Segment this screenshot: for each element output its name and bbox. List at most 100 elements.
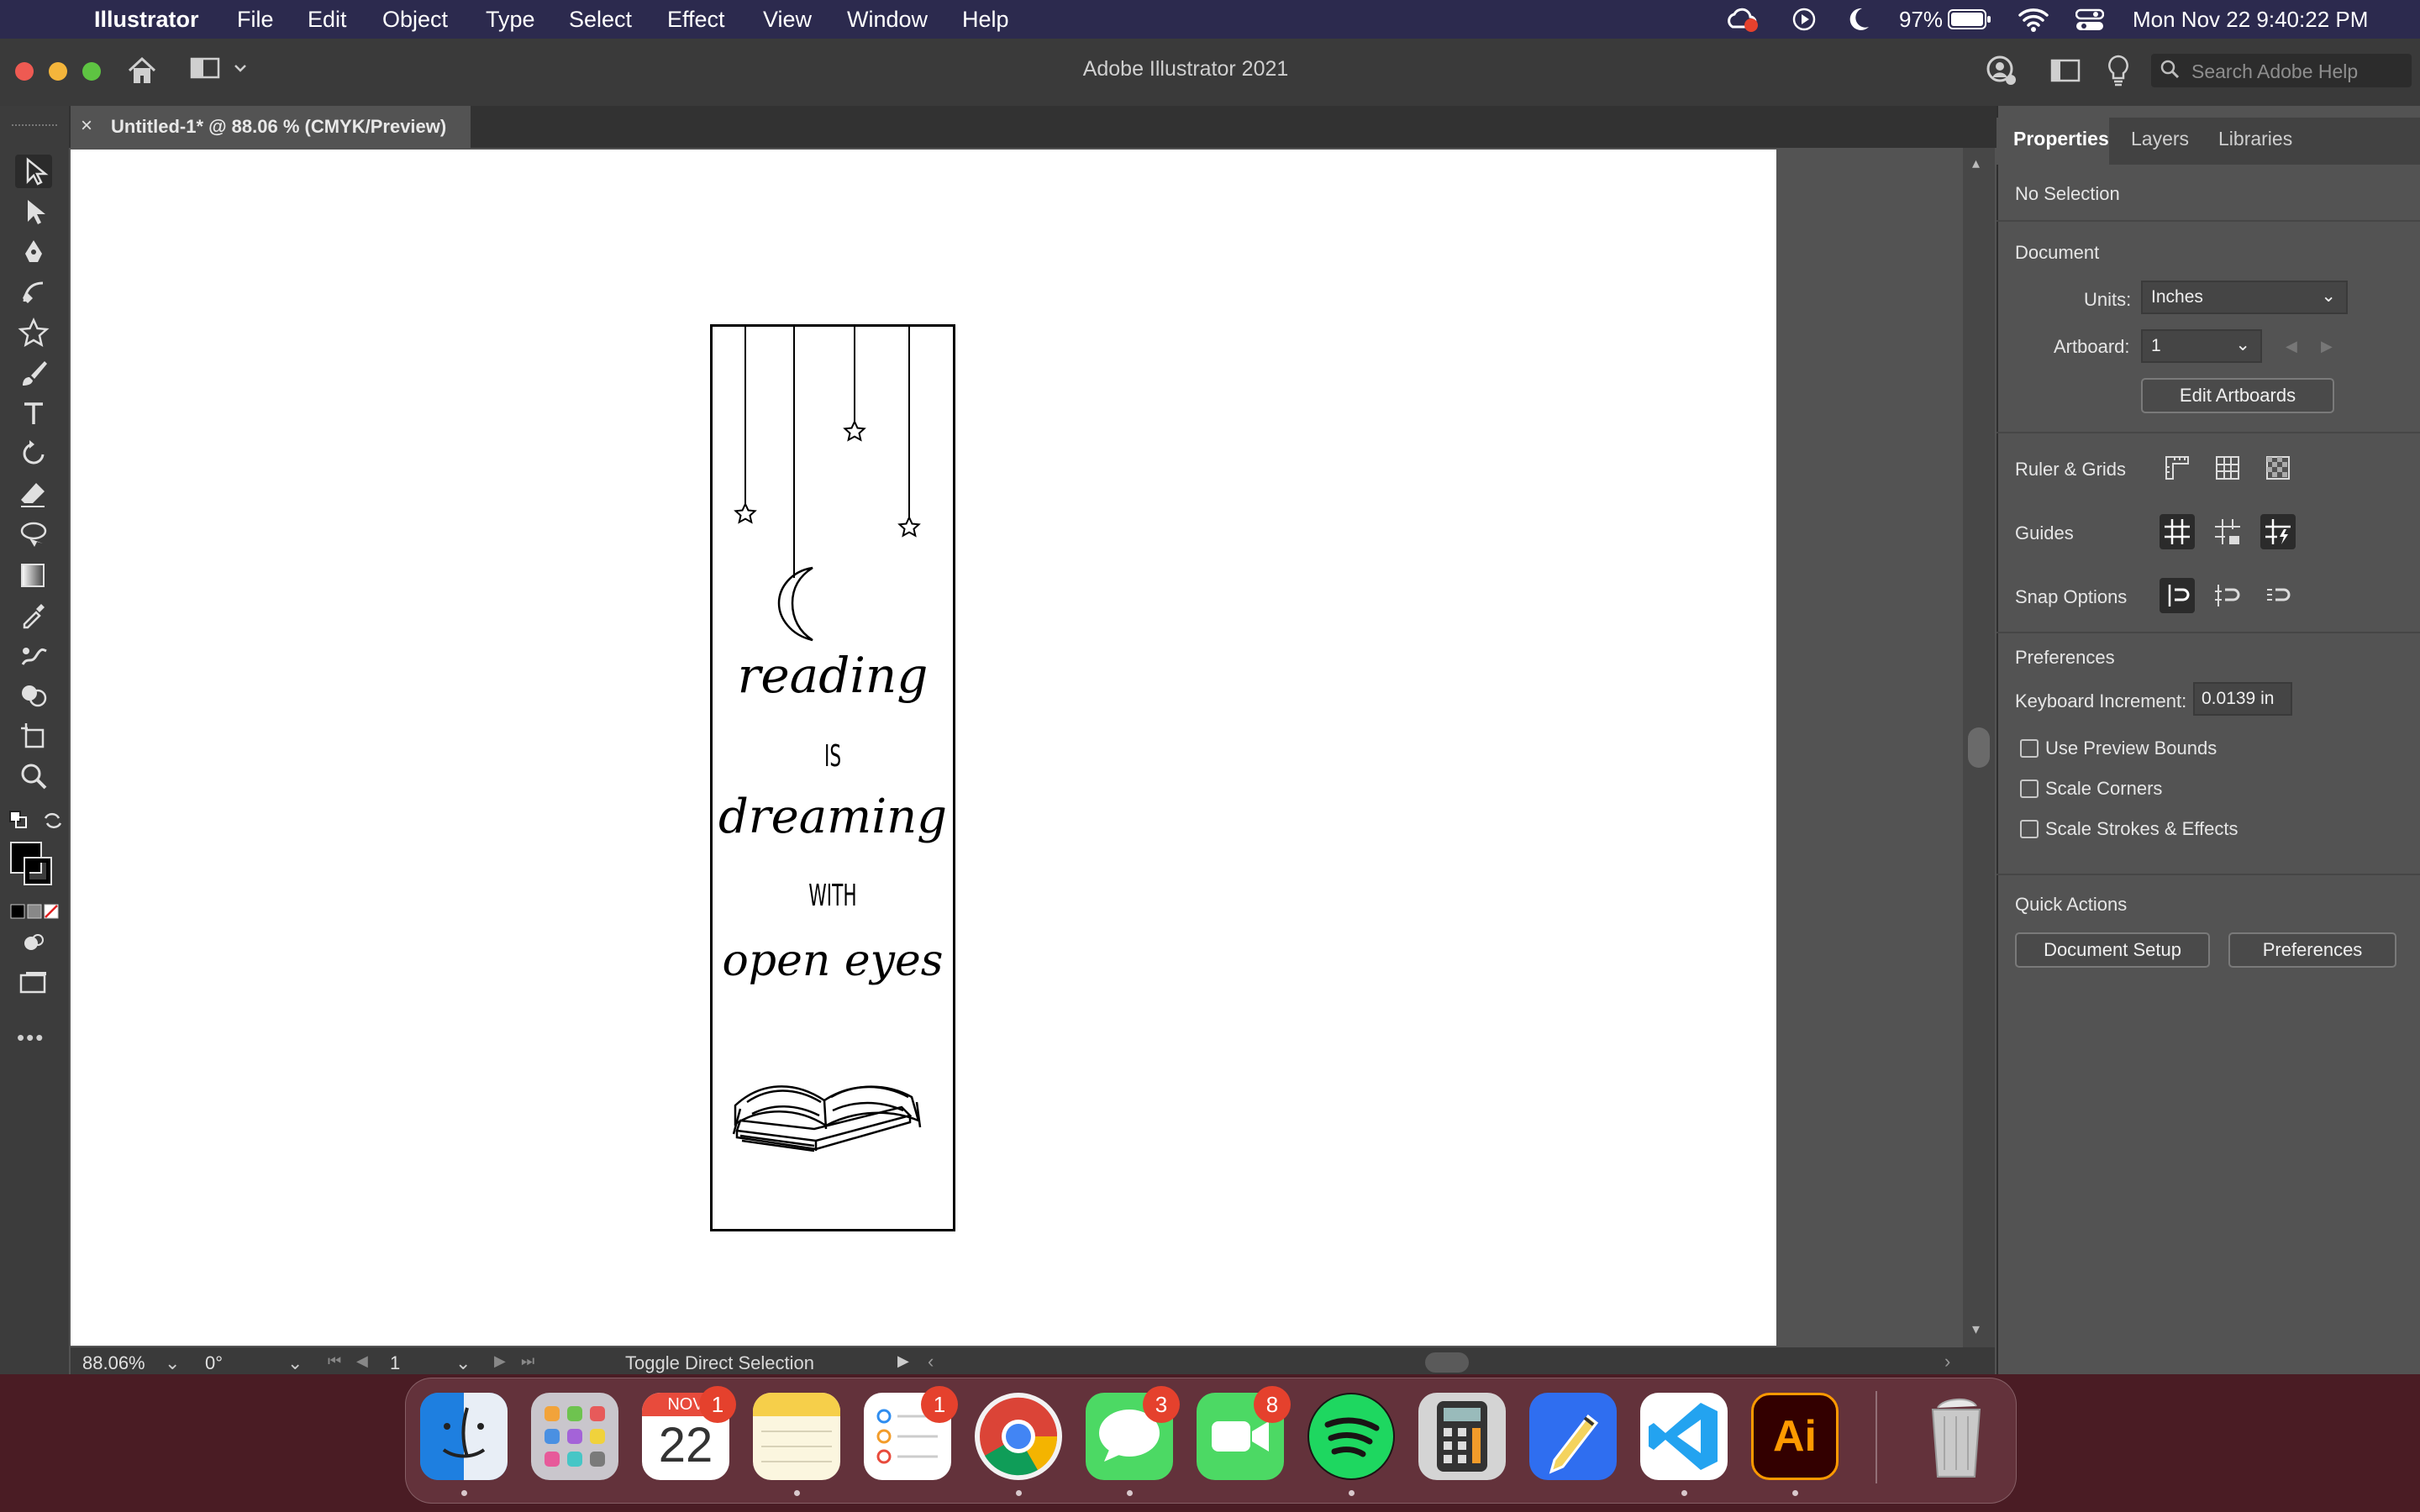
zoom-level-field[interactable]: 88.06% xyxy=(82,1352,145,1374)
battery-icon[interactable] xyxy=(1948,8,1991,36)
calculator-icon[interactable] xyxy=(1418,1393,1506,1480)
scroll-down-icon[interactable]: ▾ xyxy=(1972,1320,1980,1338)
first-artboard-icon[interactable]: ⏮ xyxy=(328,1352,341,1370)
menu-edit[interactable]: Edit xyxy=(308,7,347,33)
shape-builder-tool-icon[interactable] xyxy=(15,679,52,712)
lightbulb-icon[interactable] xyxy=(2106,54,2131,92)
moon-icon[interactable] xyxy=(1847,7,1870,38)
curvature-tool-icon[interactable] xyxy=(15,276,52,309)
swap-fill-stroke-icon[interactable] xyxy=(42,810,64,836)
vertical-scrollbar[interactable]: ▴ ▾ xyxy=(1963,148,1995,1349)
units-select[interactable]: Inches ⌄ xyxy=(2141,281,2348,314)
arrange-documents-icon[interactable] xyxy=(2050,57,2082,88)
next-artboard-icon[interactable]: ▶ xyxy=(2321,338,2333,355)
paintbrush-tool-icon[interactable] xyxy=(15,356,52,390)
edit-toolbar-icon[interactable]: ••• xyxy=(17,1025,45,1051)
last-artboard-icon[interactable]: ⏭ xyxy=(521,1352,534,1370)
clock-datetime[interactable]: Mon Nov 22 9:40:22 PM xyxy=(2133,7,2368,33)
discover-icon[interactable] xyxy=(1985,54,2018,92)
snap-to-pixel-icon[interactable] xyxy=(2260,578,2296,613)
menu-type[interactable]: Type xyxy=(486,7,535,33)
lasso-tool-icon[interactable] xyxy=(15,517,52,551)
star-tool-icon[interactable] xyxy=(15,316,52,349)
menu-effect[interactable]: Effect xyxy=(667,7,725,33)
notes-icon[interactable] xyxy=(753,1393,840,1480)
document-tab[interactable]: × Untitled-1* @ 88.06 % (CMYK/Preview) xyxy=(71,106,471,148)
pen-tool-icon[interactable] xyxy=(15,235,52,269)
direct-selection-tool-icon[interactable] xyxy=(15,195,52,228)
puppet-warp-tool-icon[interactable] xyxy=(15,638,52,672)
menu-select[interactable]: Select xyxy=(569,7,632,33)
tab-properties[interactable]: Properties xyxy=(2013,128,2109,150)
rotate-tool-icon[interactable] xyxy=(15,437,52,470)
eraser-tool-icon[interactable] xyxy=(15,477,52,511)
grid-icon[interactable] xyxy=(2210,450,2245,486)
vertical-scroll-thumb[interactable] xyxy=(1968,727,1990,768)
illustrator-icon[interactable]: Ai xyxy=(1751,1393,1839,1480)
menu-help[interactable]: Help xyxy=(962,7,1009,33)
launchpad-icon[interactable] xyxy=(531,1393,618,1480)
document-setup-button[interactable]: Document Setup xyxy=(2015,932,2210,968)
gradient-tool-icon[interactable] xyxy=(15,558,52,591)
rotation-dropdown-icon[interactable]: ⌄ xyxy=(287,1352,302,1374)
rotation-field[interactable]: 0° xyxy=(205,1352,223,1374)
control-center-icon[interactable] xyxy=(2075,8,2105,38)
ruler-icon[interactable] xyxy=(2160,450,2195,486)
snap-to-point-icon[interactable] xyxy=(2160,578,2195,613)
close-tab-icon[interactable]: × xyxy=(81,114,92,138)
menu-window[interactable]: Window xyxy=(847,7,928,33)
zoom-tool-icon[interactable] xyxy=(15,759,52,793)
horizontal-scroll-thumb[interactable] xyxy=(1425,1352,1469,1373)
scale-corners-checkbox[interactable] xyxy=(2020,780,2039,798)
type-tool-icon[interactable] xyxy=(15,396,52,430)
edit-artboards-button[interactable]: Edit Artboards xyxy=(2141,378,2334,413)
menu-view[interactable]: View xyxy=(763,7,812,33)
default-fill-stroke-icon[interactable] xyxy=(8,810,29,834)
smart-guides-icon[interactable] xyxy=(2260,514,2296,549)
tab-layers[interactable]: Layers xyxy=(2131,128,2189,150)
finder-icon[interactable] xyxy=(420,1393,508,1480)
artboard-select[interactable]: 1 ⌄ xyxy=(2141,329,2262,363)
scale-strokes-effects-checkbox[interactable] xyxy=(2020,820,2039,838)
script-editor-icon[interactable] xyxy=(1529,1393,1617,1480)
spotify-icon[interactable] xyxy=(1307,1393,1395,1480)
wifi-icon[interactable] xyxy=(2018,7,2049,38)
artboard-dropdown-icon[interactable]: ⌄ xyxy=(455,1352,471,1374)
preferences-button[interactable]: Preferences xyxy=(2228,932,2396,968)
snap-to-grid-icon[interactable] xyxy=(2210,578,2245,613)
previous-artboard-icon[interactable]: ◀ xyxy=(2286,338,2297,355)
search-help-field[interactable]: Search Adobe Help xyxy=(2151,54,2412,87)
calendar-badge: 1 xyxy=(699,1386,736,1423)
toolbar-grip[interactable] xyxy=(12,124,57,129)
eyedropper-tool-icon[interactable] xyxy=(15,598,52,632)
previous-artboard-icon[interactable]: ◀ xyxy=(356,1352,368,1370)
color-mode-icons[interactable] xyxy=(10,904,59,923)
trash-icon[interactable] xyxy=(1912,1393,2000,1480)
menu-app-name[interactable]: Illustrator xyxy=(94,7,199,33)
scroll-left-icon[interactable]: ‹ xyxy=(928,1351,934,1373)
creative-cloud-icon[interactable] xyxy=(1726,5,1760,39)
transparency-grid-icon[interactable] xyxy=(2260,450,2296,486)
stroke-color-swatch[interactable] xyxy=(24,857,52,885)
vscode-icon[interactable] xyxy=(1640,1393,1728,1480)
chrome-icon[interactable] xyxy=(975,1393,1062,1480)
keyboard-increment-field[interactable]: 0.0139 in xyxy=(2193,682,2292,716)
menu-file[interactable]: File xyxy=(237,7,274,33)
tab-libraries[interactable]: Libraries xyxy=(2218,128,2292,150)
scroll-right-icon[interactable]: › xyxy=(1944,1351,1950,1373)
show-guides-icon[interactable] xyxy=(2160,514,2195,549)
next-artboard-icon[interactable]: ▶ xyxy=(494,1352,506,1370)
draw-mode-icon[interactable] xyxy=(15,926,52,959)
status-menu-arrow-icon[interactable]: ▶ xyxy=(897,1352,909,1370)
artboard-number-field[interactable]: 1 xyxy=(390,1352,400,1374)
lock-guides-icon[interactable] xyxy=(2210,514,2245,549)
bookmark-artwork[interactable] xyxy=(710,324,955,1231)
menu-object[interactable]: Object xyxy=(382,7,448,33)
play-circle-icon[interactable] xyxy=(1791,7,1817,38)
artboard-tool-icon[interactable] xyxy=(15,719,52,753)
screen-mode-icon[interactable] xyxy=(15,966,52,1000)
selection-tool-icon[interactable] xyxy=(15,155,52,188)
scroll-up-icon[interactable]: ▴ xyxy=(1972,155,1980,172)
zoom-dropdown-icon[interactable]: ⌄ xyxy=(165,1352,180,1374)
use-preview-bounds-checkbox[interactable] xyxy=(2020,739,2039,758)
